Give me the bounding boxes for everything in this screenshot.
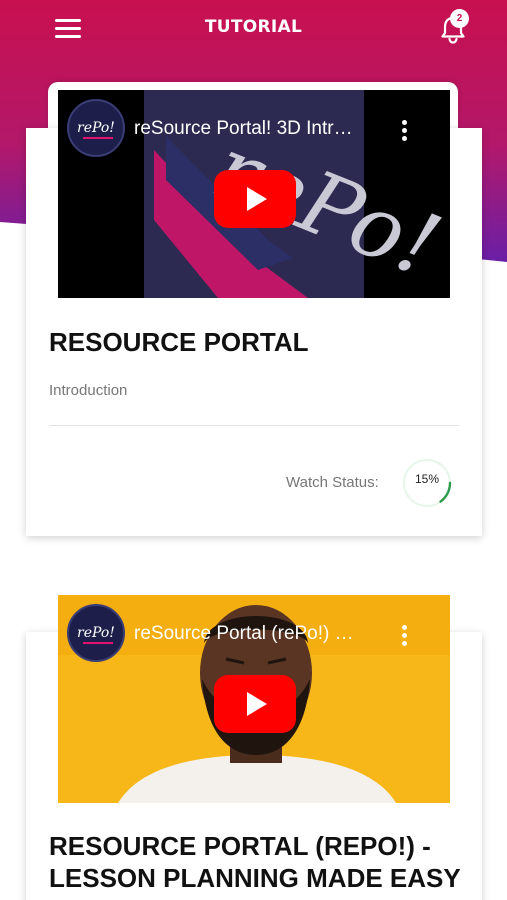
divider [49,425,459,426]
more-options-icon[interactable] [394,623,414,649]
youtube-play-icon[interactable] [214,170,296,228]
youtube-play-icon[interactable] [214,675,296,733]
video-player[interactable]: rePo! reSource Portal (rePo!) … [58,595,450,803]
channel-avatar[interactable]: rePo! [67,604,125,662]
video-header: rePo! reSource Portal! 3D Intr… [58,90,450,170]
video-header: rePo! reSource Portal (rePo!) … [58,595,450,675]
channel-logo-text: rePo! [77,120,115,136]
page-title: TUTORIAL [204,17,303,37]
watch-status-label: Watch Status: [286,474,379,491]
tutorial-title: RESOURCE PORTAL [49,327,309,357]
top-app-bar: TUTORIAL 2 [0,0,507,58]
video-title[interactable]: reSource Portal! 3D Intr… [134,118,384,140]
video-player[interactable]: rePo! rePo! reSource Portal! 3D Intr… [58,90,450,298]
logo-underline [83,642,113,644]
logo-underline [83,137,113,139]
tutorial-title-line-1: RESOURCE PORTAL (REPO!) - [49,831,431,861]
channel-avatar[interactable]: rePo! [67,99,125,157]
tutorial-title-line-2: LESSON PLANNING MADE EASY [49,863,461,893]
channel-logo-text: rePo! [77,625,115,641]
tutorial-subtitle: Introduction [49,382,128,399]
more-options-icon[interactable] [394,118,414,144]
video-title[interactable]: reSource Portal (rePo!) … [134,623,384,645]
watch-progress-text: 15% [414,472,440,486]
tutorial-title: RESOURCE PORTAL (REPO!) - LESSON PLANNIN… [49,830,479,894]
notification-badge: 2 [450,9,469,28]
